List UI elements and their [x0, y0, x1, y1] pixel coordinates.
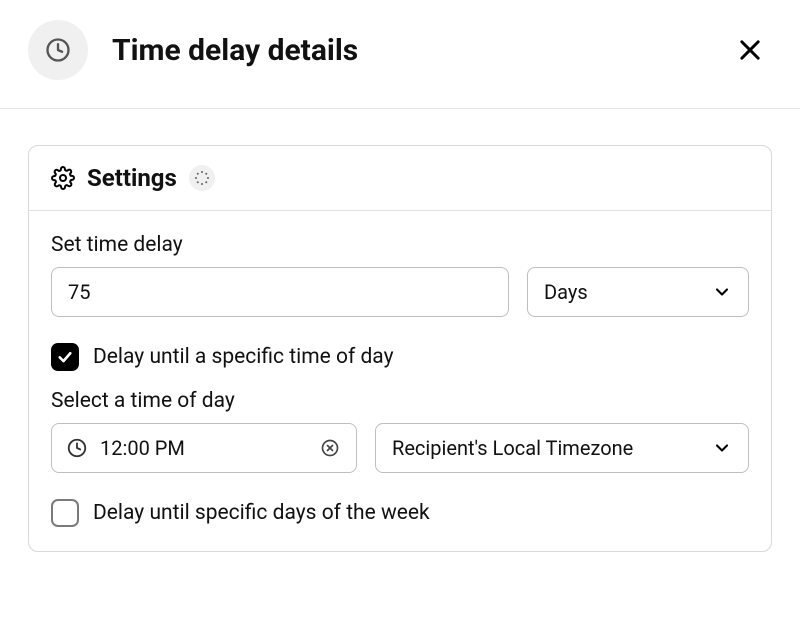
- close-button[interactable]: [728, 28, 772, 72]
- select-time-label: Select a time of day: [51, 389, 749, 413]
- settings-card-header: Settings: [29, 146, 771, 211]
- timezone-select[interactable]: Recipient's Local Timezone: [375, 423, 749, 473]
- clock-icon: [44, 36, 72, 64]
- check-icon: [56, 348, 74, 366]
- timezone-value: Recipient's Local Timezone: [392, 436, 633, 460]
- clear-icon: [320, 438, 340, 458]
- loading-indicator: [189, 165, 215, 191]
- chevron-down-icon: [712, 282, 732, 302]
- delay-value-input[interactable]: [51, 267, 509, 317]
- close-icon: [736, 36, 764, 64]
- dialog-header: Time delay details: [0, 0, 800, 109]
- delay-time-checkbox-label: Delay until a specific time of day: [93, 345, 394, 369]
- delay-time-checkbox-row: Delay until a specific time of day: [51, 343, 749, 371]
- time-value: 12:00 PM: [100, 436, 306, 460]
- dotted-circle-icon: [193, 169, 211, 187]
- settings-title: Settings: [87, 164, 177, 192]
- dialog-content: Settings Set time delay Day: [0, 109, 800, 588]
- delay-unit-value: Days: [544, 280, 588, 304]
- clear-time-button[interactable]: [318, 436, 342, 460]
- clock-icon-container: [28, 20, 88, 80]
- dialog-title: Time delay details: [112, 33, 728, 68]
- delay-time-checkbox[interactable]: [51, 343, 79, 371]
- settings-card-body: Set time delay Days Delay until a specif…: [29, 211, 771, 551]
- delay-row: Days: [51, 267, 749, 317]
- time-input[interactable]: 12:00 PM: [51, 423, 357, 473]
- gear-icon: [51, 166, 75, 190]
- time-row: 12:00 PM Recipient's Local Timezone: [51, 423, 749, 473]
- set-delay-label: Set time delay: [51, 233, 749, 257]
- chevron-down-icon: [712, 438, 732, 458]
- delay-days-checkbox-row: Delay until specific days of the week: [51, 499, 749, 527]
- clock-icon: [66, 437, 88, 459]
- delay-days-checkbox[interactable]: [51, 499, 79, 527]
- settings-card: Settings Set time delay Day: [28, 145, 772, 552]
- delay-unit-select[interactable]: Days: [527, 267, 749, 317]
- delay-days-checkbox-label: Delay until specific days of the week: [93, 501, 430, 525]
